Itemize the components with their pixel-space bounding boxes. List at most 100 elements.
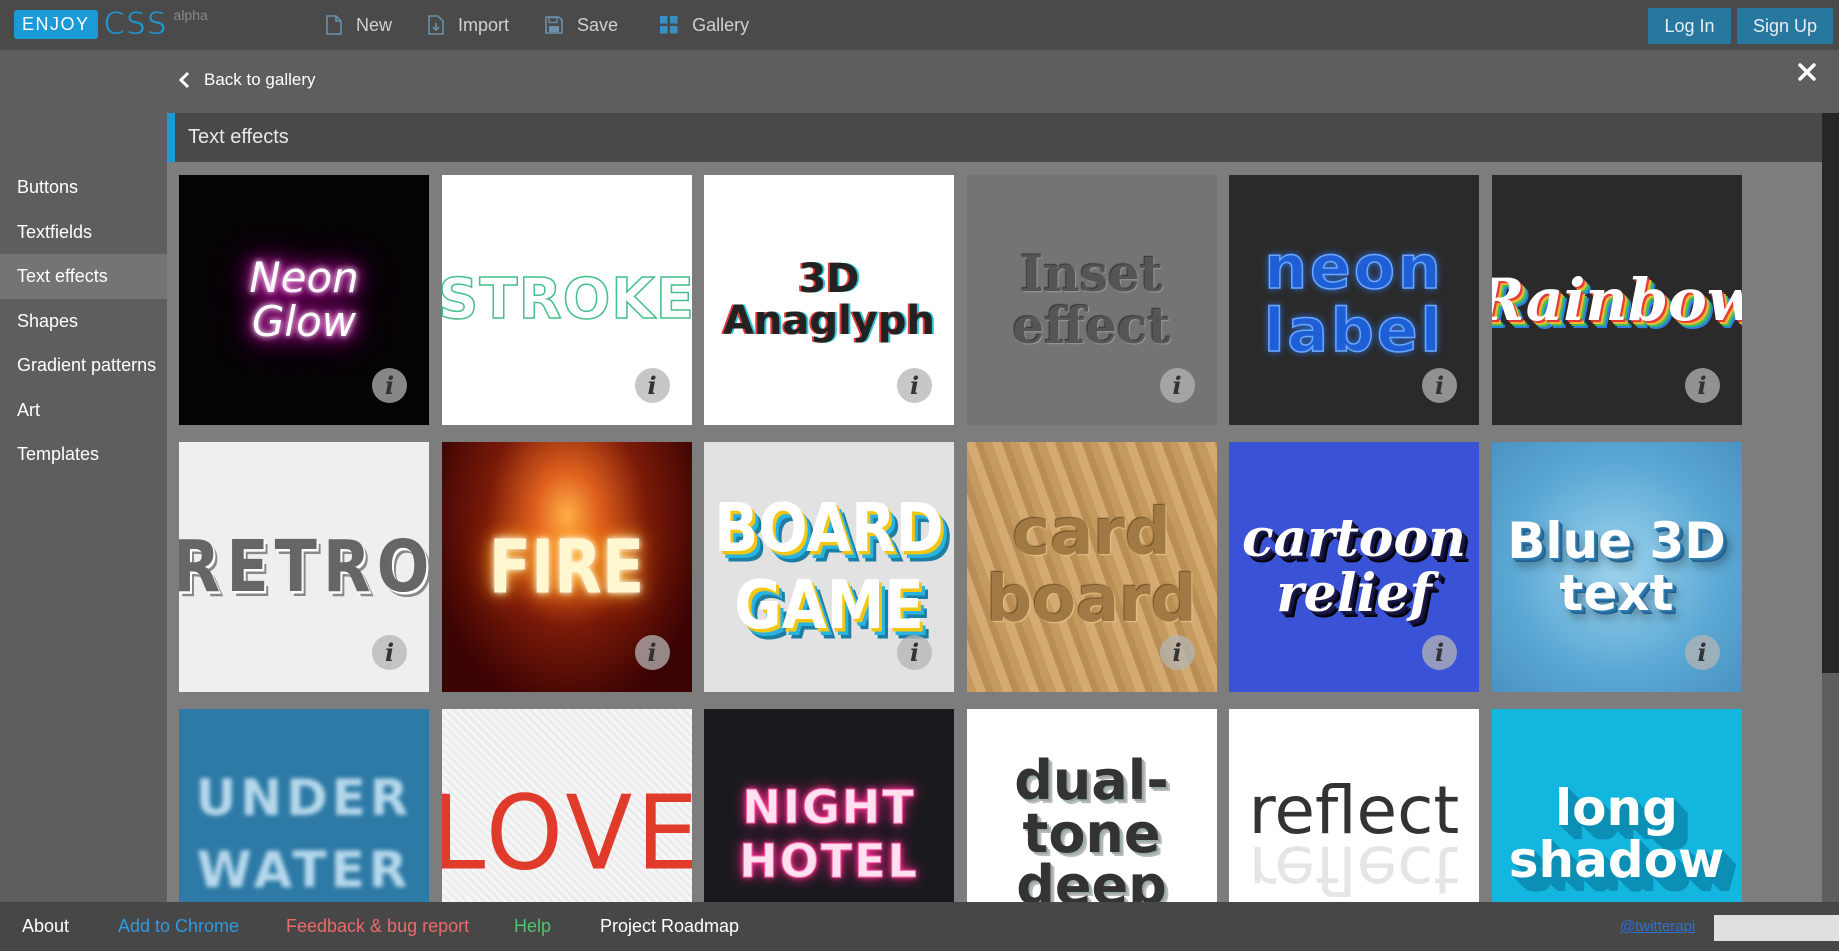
tile-text-line: Rainbow bbox=[1492, 265, 1742, 334]
tile-text-line: deep bbox=[1016, 854, 1167, 902]
import-file-icon bbox=[428, 15, 444, 35]
info-icon[interactable]: i bbox=[1159, 635, 1195, 670]
info-icon[interactable]: i bbox=[1422, 368, 1457, 403]
chevron-left-icon bbox=[178, 71, 190, 89]
tile-long-shadow[interactable]: long shadow i bbox=[1491, 709, 1742, 902]
tile-cardboard[interactable]: card board i bbox=[966, 442, 1217, 692]
new-button[interactable]: New bbox=[326, 15, 392, 36]
sidebar-item-textfields[interactable]: Textfields bbox=[0, 210, 167, 255]
tile-text-line: RETRO bbox=[179, 524, 429, 609]
import-button[interactable]: Import bbox=[428, 15, 509, 36]
tile-text-line: neon bbox=[1264, 233, 1444, 303]
footer-feedback-link[interactable]: Feedback & bug report bbox=[286, 902, 469, 951]
footer-about-link[interactable]: About bbox=[22, 902, 69, 951]
footer-add-to-chrome-link[interactable]: Add to Chrome bbox=[118, 902, 239, 951]
save-button[interactable]: Save bbox=[545, 15, 618, 36]
tile-text-line: Neon bbox=[249, 252, 359, 302]
top-bar: ENJOY CSS alpha New Import Save Gallery … bbox=[0, 0, 1839, 50]
tile-text-line: label bbox=[1263, 296, 1445, 366]
category-sidebar: Buttons Textfields Text effects Shapes G… bbox=[0, 165, 167, 477]
tile-text-line: relief bbox=[1276, 563, 1432, 624]
tile-text-line: cartoon bbox=[1242, 508, 1466, 570]
info-icon[interactable]: i bbox=[897, 635, 932, 670]
tile-text-line: card bbox=[1012, 495, 1171, 570]
info-icon[interactable]: i bbox=[372, 368, 407, 403]
tile-board-game[interactable]: BOARD GAME i bbox=[704, 442, 954, 692]
tile-stroke[interactable]: STROKE i bbox=[441, 175, 692, 425]
new-file-icon bbox=[326, 15, 342, 35]
tile-neon-label[interactable]: neon label i bbox=[1229, 175, 1479, 425]
sidebar-item-text-effects[interactable]: Text effects bbox=[0, 254, 167, 299]
info-icon[interactable]: i bbox=[1684, 368, 1720, 403]
info-icon[interactable]: i bbox=[1422, 635, 1457, 670]
tile-text-line: text bbox=[1559, 564, 1674, 622]
tile-text-line: board bbox=[986, 563, 1197, 637]
tile-text-line: Blue 3D bbox=[1507, 511, 1726, 570]
top-nav: New Import Save Gallery bbox=[326, 0, 785, 50]
section-header: Text effects bbox=[167, 113, 1822, 162]
import-label: Import bbox=[458, 14, 510, 35]
info-icon[interactable]: i bbox=[897, 368, 932, 403]
tile-blue-3d-text[interactable]: Blue 3D text i bbox=[1491, 442, 1742, 692]
info-icon[interactable]: i bbox=[372, 635, 407, 670]
back-to-gallery-link[interactable]: Back to gallery bbox=[178, 70, 316, 90]
tile-under-water[interactable]: UNDER WATER i bbox=[179, 709, 429, 902]
tile-text-line: UNDER bbox=[195, 768, 413, 827]
tile-text-line: STROKE bbox=[441, 266, 692, 332]
scrollbar-thumb[interactable] bbox=[1822, 113, 1839, 673]
tile-text-line: HOTEL bbox=[739, 834, 919, 888]
tile-night-hotel[interactable]: NIGHT HOTEL i bbox=[704, 709, 954, 902]
info-icon[interactable]: i bbox=[1159, 368, 1195, 403]
footer-widget-placeholder bbox=[1714, 915, 1839, 941]
sidebar-item-shapes[interactable]: Shapes bbox=[0, 299, 167, 344]
info-icon[interactable]: i bbox=[634, 635, 670, 670]
tile-3d-anaglyph[interactable]: 3D Anaglyph i bbox=[704, 175, 954, 425]
tile-reflect[interactable]: reflect reflect i bbox=[1229, 709, 1479, 902]
tile-text-line: 3D bbox=[798, 256, 860, 302]
tile-text-line: NIGHT bbox=[742, 779, 916, 834]
tile-text-line: shadow bbox=[1508, 831, 1725, 889]
footer-help-link[interactable]: Help bbox=[514, 902, 551, 951]
tile-inset-effect[interactable]: Inset effect i bbox=[966, 175, 1217, 425]
login-button[interactable]: Log In bbox=[1648, 8, 1731, 44]
close-icon[interactable] bbox=[1797, 62, 1817, 82]
footer: About Add to Chrome Feedback & bug repor… bbox=[0, 902, 1839, 951]
tile-love[interactable]: LOVE i bbox=[441, 709, 692, 902]
tile-text-line: Inset bbox=[1020, 243, 1163, 303]
effects-grid: Neon Glow i STROKE i 3D Anaglyph i Inset… bbox=[179, 175, 1742, 902]
tile-text-line: effect bbox=[1012, 296, 1171, 355]
app-logo[interactable]: ENJOY CSS alpha bbox=[14, 6, 208, 42]
logo-enjoy: ENJOY bbox=[14, 10, 98, 39]
logo-css: CSS bbox=[103, 6, 168, 42]
gallery-button[interactable]: Gallery bbox=[660, 15, 749, 36]
info-icon[interactable]: i bbox=[634, 368, 670, 403]
tile-cartoon-relief[interactable]: cartoon relief i bbox=[1229, 442, 1479, 692]
sidebar-item-templates[interactable]: Templates bbox=[0, 432, 167, 477]
grid-icon bbox=[660, 16, 678, 34]
tile-text-line: BOARD bbox=[714, 488, 944, 568]
sidebar-item-buttons[interactable]: Buttons bbox=[0, 165, 167, 210]
tile-text-line: LOVE bbox=[441, 773, 692, 894]
tile-dual-tone-deep[interactable]: dual- tone deep i bbox=[966, 709, 1217, 902]
tile-text-line: Glow bbox=[251, 297, 357, 346]
sidebar-item-gradient-patterns[interactable]: Gradient patterns bbox=[0, 343, 167, 388]
tile-fire[interactable]: FIRE i bbox=[441, 442, 692, 692]
signup-button[interactable]: Sign Up bbox=[1737, 8, 1833, 44]
new-label: New bbox=[356, 14, 393, 35]
tile-retro[interactable]: RETRO i bbox=[179, 442, 429, 692]
tile-text-line: Anaglyph bbox=[723, 298, 935, 344]
tile-neon-glow[interactable]: Neon Glow i bbox=[179, 175, 429, 425]
effects-gallery: Neon Glow i STROKE i 3D Anaglyph i Inset… bbox=[167, 162, 1822, 902]
tile-text-reflection: reflect bbox=[1248, 830, 1460, 902]
floppy-disk-icon bbox=[545, 16, 563, 34]
sidebar-item-art[interactable]: Art bbox=[0, 388, 167, 433]
footer-roadmap-link[interactable]: Project Roadmap bbox=[600, 902, 739, 951]
gallery-label: Gallery bbox=[692, 14, 750, 35]
info-icon[interactable]: i bbox=[1684, 635, 1720, 670]
footer-twitter-link[interactable]: @twitterapi bbox=[1620, 902, 1695, 951]
logo-alpha-tag: alpha bbox=[173, 7, 208, 23]
tile-text-line: long bbox=[1555, 778, 1678, 837]
tile-rainbow[interactable]: Rainbow i bbox=[1491, 175, 1742, 425]
back-label: Back to gallery bbox=[204, 70, 316, 89]
tile-text-line: WATER bbox=[196, 841, 412, 899]
